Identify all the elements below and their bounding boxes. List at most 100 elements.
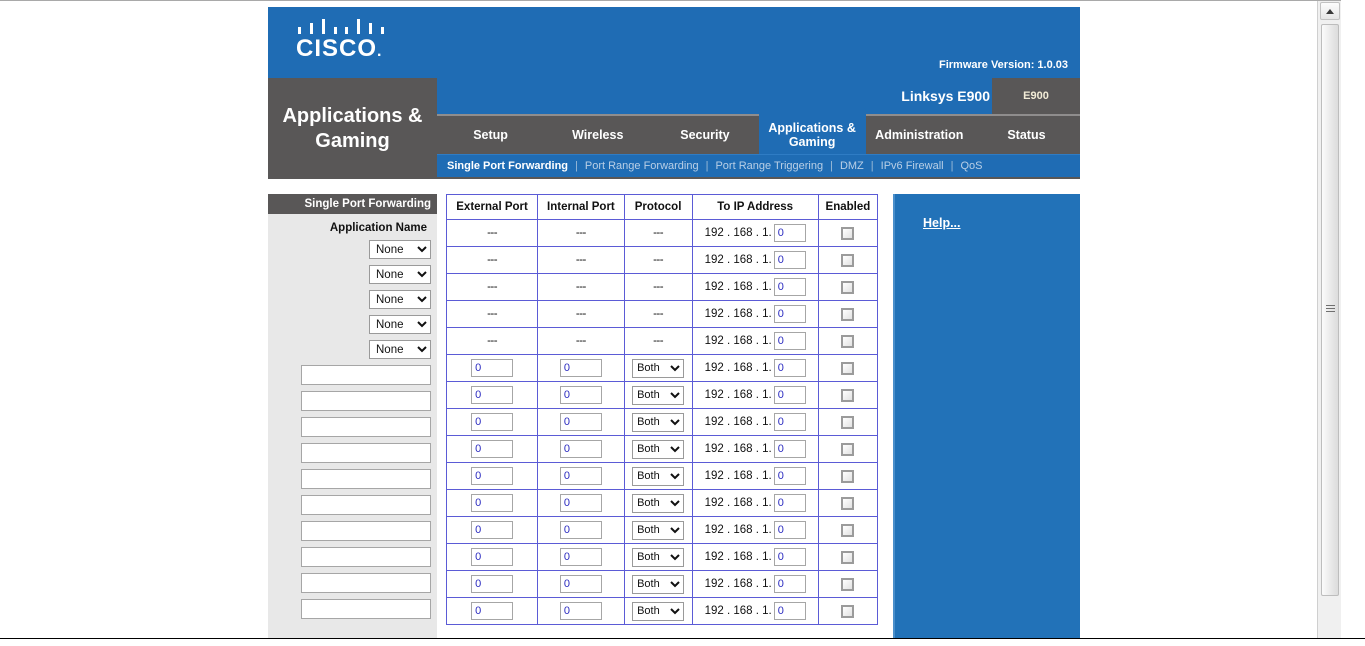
application-select-row: None <box>274 340 431 359</box>
protocol-select-10[interactable]: BothTCPUDP <box>632 601 685 621</box>
ip-last-octet-input-preset-5[interactable] <box>773 332 806 350</box>
cell-to-ip-address: 192 . 168 . 1. <box>691 543 819 571</box>
application-select-2[interactable]: None <box>369 265 431 284</box>
subnav-ipv6-firewall[interactable]: IPv6 Firewall <box>881 160 944 172</box>
subnav-port-range-triggering[interactable]: Port Range Triggering <box>715 160 823 172</box>
ip-last-octet-input-row-6[interactable] <box>773 494 806 512</box>
application-select-4[interactable]: None <box>369 315 431 334</box>
application-name-input-10[interactable] <box>301 599 431 619</box>
enabled-checkbox-row-1[interactable] <box>841 361 855 375</box>
tab-security[interactable]: Security <box>651 116 758 154</box>
application-name-input-9[interactable] <box>301 573 431 593</box>
application-name-input-4[interactable] <box>301 443 431 463</box>
tab-applications-and-gaming[interactable]: Applications & Gaming <box>758 108 866 154</box>
external-port-input-7[interactable] <box>471 521 514 539</box>
ip-address-group: 192 . 168 . 1. <box>695 548 816 566</box>
internal-port-input-1[interactable] <box>559 359 602 377</box>
vertical-scrollbar[interactable] <box>1317 1 1341 638</box>
internal-port-input-9[interactable] <box>559 575 602 593</box>
internal-port-input-4[interactable] <box>559 440 602 458</box>
external-port-input-2[interactable] <box>471 386 514 404</box>
ip-last-octet-input-row-3[interactable] <box>773 413 806 431</box>
external-port-input-4[interactable] <box>471 440 514 458</box>
internal-port-input-8[interactable] <box>559 548 602 566</box>
enabled-checkbox-preset-1[interactable] <box>841 226 855 240</box>
enabled-checkbox-row-4[interactable] <box>841 442 855 456</box>
cell-to-ip-address: 192 . 168 . 1. <box>691 435 819 463</box>
enabled-checkbox-preset-3[interactable] <box>841 280 855 294</box>
protocol-select-9[interactable]: BothTCPUDP <box>632 574 685 594</box>
protocol-select-5[interactable]: BothTCPUDP <box>632 466 685 486</box>
external-port-input-8[interactable] <box>471 548 514 566</box>
ip-last-octet-input-row-2[interactable] <box>773 386 806 404</box>
protocol-select-6[interactable]: BothTCPUDP <box>632 493 685 513</box>
ip-last-octet-input-preset-4[interactable] <box>773 305 806 323</box>
protocol-select-4[interactable]: BothTCPUDP <box>632 439 685 459</box>
subnav-dmz[interactable]: DMZ <box>840 160 864 172</box>
enabled-checkbox-row-7[interactable] <box>841 523 855 537</box>
application-select-5[interactable]: None <box>369 340 431 359</box>
ip-last-octet-input-preset-2[interactable] <box>773 251 806 269</box>
enabled-checkbox-row-5[interactable] <box>841 469 855 483</box>
application-name-input-5[interactable] <box>301 469 431 489</box>
subnav-qos[interactable]: QoS <box>960 160 982 172</box>
external-port-input-10[interactable] <box>471 602 514 620</box>
external-port-input-6[interactable] <box>471 494 514 512</box>
ip-last-octet-input-preset-3[interactable] <box>773 278 806 296</box>
external-port-input-5[interactable] <box>471 467 514 485</box>
protocol-select-8[interactable]: BothTCPUDP <box>632 547 685 567</box>
scroll-up-arrow-icon[interactable] <box>1320 2 1340 20</box>
cell-protocol: --- <box>623 327 693 355</box>
application-select-3[interactable]: None <box>369 290 431 309</box>
tab-setup[interactable]: Setup <box>437 116 544 154</box>
ip-last-octet-input-row-5[interactable] <box>773 467 806 485</box>
enabled-checkbox-row-9[interactable] <box>841 577 855 591</box>
ip-last-octet-input-row-7[interactable] <box>773 521 806 539</box>
protocol-select-2[interactable]: BothTCPUDP <box>632 385 685 405</box>
protocol-select-1[interactable]: BothTCPUDP <box>632 358 685 378</box>
enabled-checkbox-row-2[interactable] <box>841 388 855 402</box>
ip-prefix-label: 192 . 168 . 1. <box>704 281 772 293</box>
internal-port-input-10[interactable] <box>559 602 602 620</box>
ip-last-octet-input-row-4[interactable] <box>773 440 806 458</box>
ip-last-octet-input-row-1[interactable] <box>773 359 806 377</box>
cell-to-ip-address: 192 . 168 . 1. <box>691 381 819 409</box>
application-select-1[interactable]: None <box>369 240 431 259</box>
subnav-separator: | <box>575 160 578 172</box>
internal-port-input-3[interactable] <box>559 413 602 431</box>
subnav-single-port-forwarding[interactable]: Single Port Forwarding <box>447 160 568 172</box>
cell-to-ip-address: 192 . 168 . 1. <box>691 570 819 598</box>
ip-last-octet-input-preset-1[interactable] <box>773 224 806 242</box>
enabled-checkbox-row-8[interactable] <box>841 550 855 564</box>
subnav-port-range-forwarding[interactable]: Port Range Forwarding <box>585 160 699 172</box>
help-link[interactable]: Help... <box>923 216 961 230</box>
internal-port-input-6[interactable] <box>559 494 602 512</box>
protocol-select-3[interactable]: BothTCPUDP <box>632 412 685 432</box>
internal-port-input-7[interactable] <box>559 521 602 539</box>
enabled-checkbox-row-10[interactable] <box>841 604 855 618</box>
external-port-input-1[interactable] <box>471 359 514 377</box>
ip-last-octet-input-row-8[interactable] <box>773 548 806 566</box>
internal-port-input-2[interactable] <box>559 386 602 404</box>
external-port-input-3[interactable] <box>471 413 514 431</box>
enabled-checkbox-preset-2[interactable] <box>841 253 855 267</box>
application-name-input-3[interactable] <box>301 417 431 437</box>
application-name-input-6[interactable] <box>301 495 431 515</box>
internal-port-input-5[interactable] <box>559 467 602 485</box>
enabled-checkbox-row-6[interactable] <box>841 496 855 510</box>
enabled-checkbox-preset-5[interactable] <box>841 334 855 348</box>
application-name-input-7[interactable] <box>301 521 431 541</box>
protocol-select-7[interactable]: BothTCPUDP <box>632 520 685 540</box>
application-name-input-2[interactable] <box>301 391 431 411</box>
tab-status[interactable]: Status <box>973 116 1080 154</box>
ip-last-octet-input-row-9[interactable] <box>773 575 806 593</box>
tab-wireless[interactable]: Wireless <box>544 116 651 154</box>
enabled-checkbox-row-3[interactable] <box>841 415 855 429</box>
tab-administration[interactable]: Administration <box>866 116 973 154</box>
ip-last-octet-input-row-10[interactable] <box>773 602 806 620</box>
external-port-input-9[interactable] <box>471 575 514 593</box>
application-name-input-8[interactable] <box>301 547 431 567</box>
enabled-checkbox-preset-4[interactable] <box>841 307 855 321</box>
application-name-input-1[interactable] <box>301 365 431 385</box>
scrollbar-thumb[interactable] <box>1321 24 1339 596</box>
